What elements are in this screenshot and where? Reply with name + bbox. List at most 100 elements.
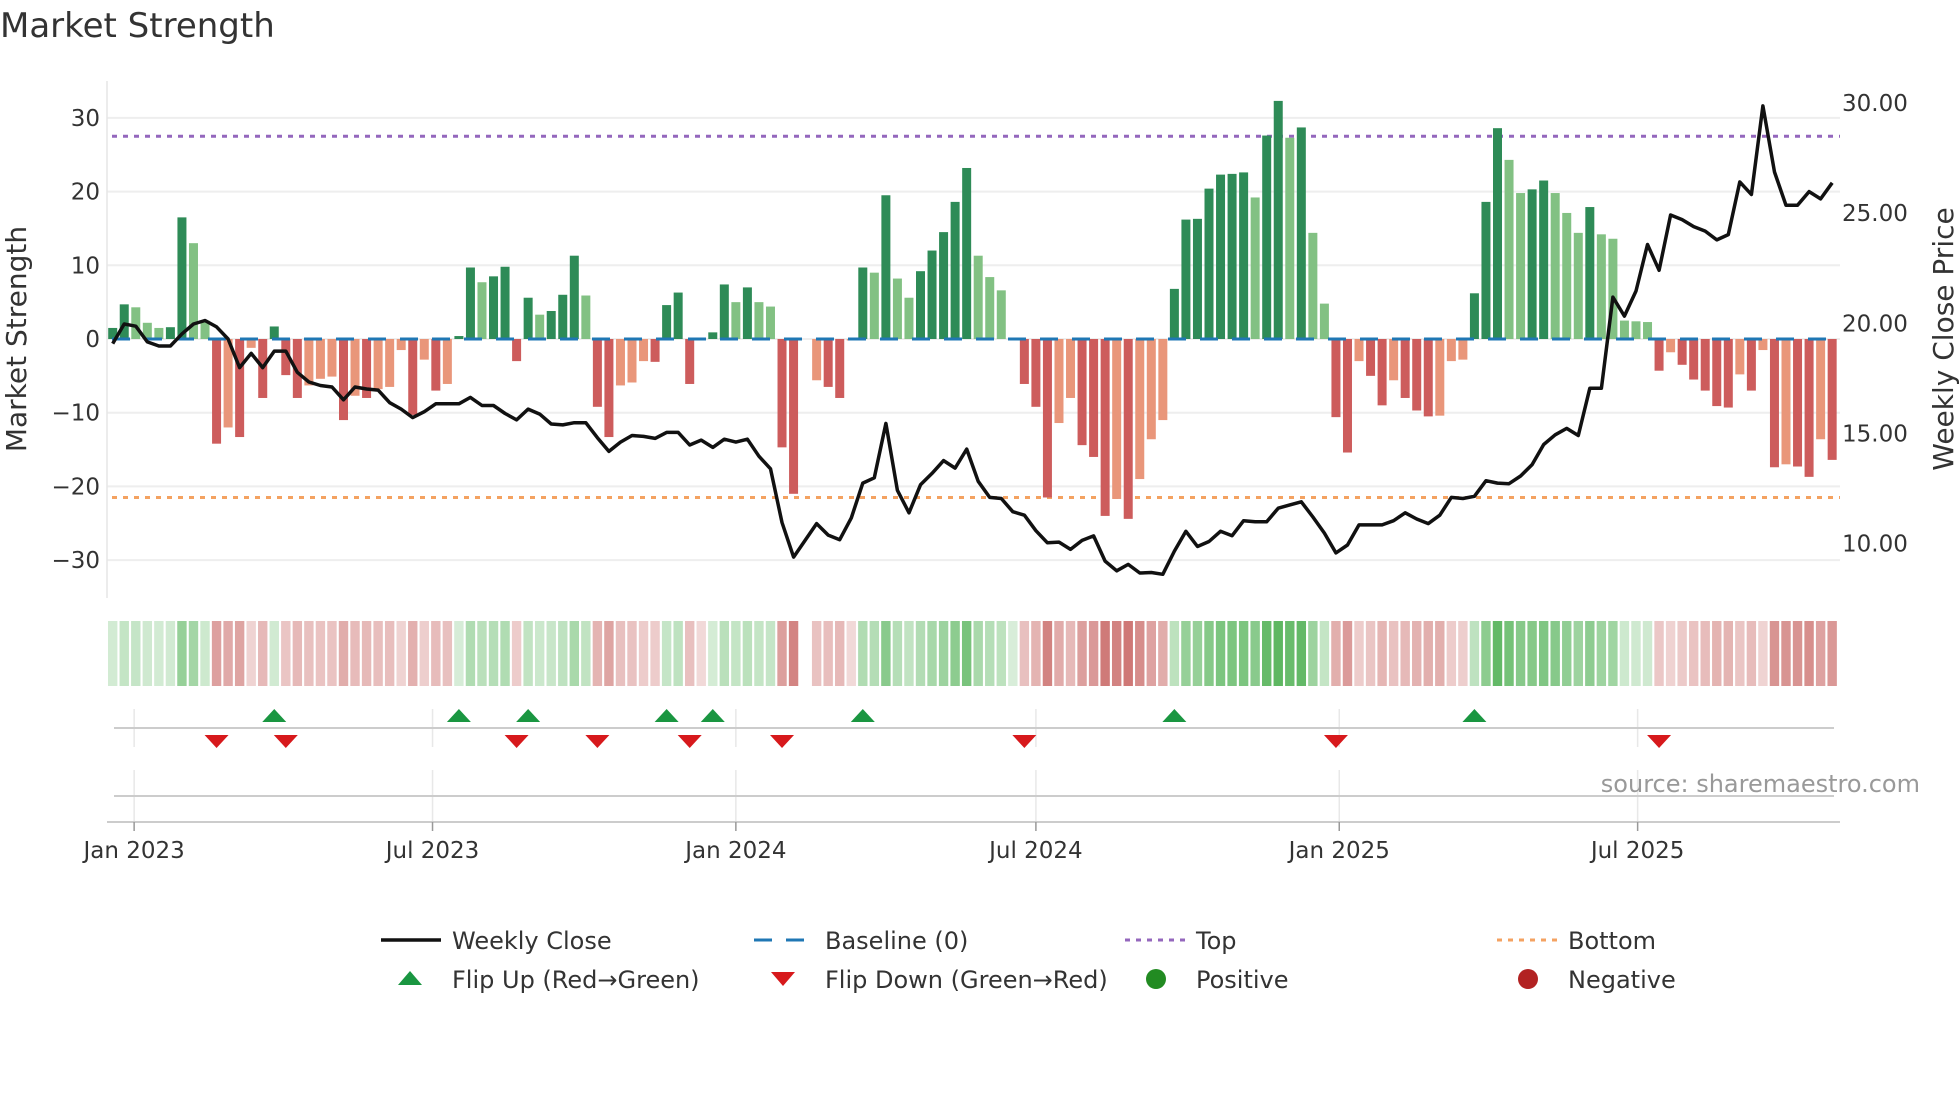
legend-item-baseline: Baseline (0) xyxy=(754,927,968,955)
heatmap-cell xyxy=(1077,621,1087,686)
heatmap-cell xyxy=(869,621,880,686)
heatmap-cell xyxy=(419,621,429,686)
heatmap-cell xyxy=(269,621,279,686)
heatmap-cell xyxy=(1019,621,1030,686)
heatmap-cell xyxy=(1031,621,1041,686)
heatmap-cell xyxy=(154,621,164,686)
strength-bar xyxy=(1446,339,1456,362)
heatmap-cell xyxy=(1435,621,1445,686)
heatmap-cell xyxy=(892,621,903,686)
legend-label: Top xyxy=(1195,927,1237,955)
heatmap-cell xyxy=(696,621,706,686)
strength-bar xyxy=(546,310,556,339)
heatmap-cell xyxy=(408,621,418,686)
heatmap-cell xyxy=(1550,621,1560,686)
heatmap-cell xyxy=(1354,621,1364,686)
heatmap-cell xyxy=(338,621,349,686)
heatmap-cell xyxy=(1665,621,1676,686)
strength-bar xyxy=(1481,201,1491,339)
heatmap-cell xyxy=(708,621,718,686)
heatmap-cell xyxy=(1700,621,1710,686)
heatmap-cell xyxy=(454,621,464,686)
heatmap-cell xyxy=(823,621,833,686)
heatmap-cell xyxy=(1262,621,1272,686)
x-tick-label: Jul 2025 xyxy=(1589,838,1685,864)
heatmap-cell xyxy=(558,621,568,686)
heatmap-cell xyxy=(211,621,222,686)
legend-item-up: Flip Up (Red→Green) xyxy=(398,966,700,994)
heatmap-cell xyxy=(131,621,141,686)
heatmap-cell xyxy=(1688,621,1699,686)
strength-bar xyxy=(1054,339,1064,424)
heatmap-cell xyxy=(742,621,753,686)
legend-label: Flip Down (Green→Red) xyxy=(825,966,1108,994)
heatmap-cell xyxy=(1585,621,1595,686)
strength-bar xyxy=(1250,197,1260,339)
heatmap-cell xyxy=(1054,621,1064,686)
heatmap-cell xyxy=(1331,621,1341,686)
heatmap-cell xyxy=(1388,621,1399,686)
strength-bar xyxy=(939,232,949,339)
y2-tick-label: 15.00 xyxy=(1842,422,1908,448)
strength-bar xyxy=(523,297,533,339)
heatmap-cell xyxy=(627,621,637,686)
strength-bar xyxy=(1135,339,1145,480)
right-axis: 30.00 25.00 20.00 15.00 10.00 xyxy=(1842,91,1908,558)
strength-bar xyxy=(223,339,233,428)
strength-bar xyxy=(1631,321,1641,339)
strength-bar xyxy=(1400,339,1410,398)
heatmap-cell xyxy=(1273,621,1283,686)
strength-bar xyxy=(592,339,602,407)
strength-bar xyxy=(1377,339,1387,406)
strength-bar xyxy=(212,339,222,444)
legend-label: Bottom xyxy=(1568,927,1656,955)
flip-down-marker xyxy=(1012,735,1037,748)
heatmap-cell xyxy=(581,621,591,686)
strength-bar xyxy=(1262,135,1272,339)
strength-bar xyxy=(154,327,164,339)
legend-label: Weekly Close xyxy=(452,927,612,955)
flip-down-marker xyxy=(585,735,610,748)
heatmap-cell xyxy=(996,621,1006,686)
strength-bar xyxy=(627,339,637,383)
strength-bar xyxy=(1700,339,1710,391)
heatmap-cell xyxy=(1481,621,1491,686)
strength-bar xyxy=(962,167,972,339)
strength-bar xyxy=(916,271,925,339)
heatmap-cell xyxy=(661,621,672,686)
strength-bar xyxy=(396,339,406,351)
legend-label: Positive xyxy=(1196,966,1289,994)
strength-bar xyxy=(1654,339,1664,371)
heatmap-cell xyxy=(1181,621,1191,686)
heatmap-cell xyxy=(396,621,406,686)
flip-markers xyxy=(114,709,1834,822)
heatmap-cell xyxy=(915,621,926,686)
strength-bar xyxy=(165,327,175,339)
heatmap-cell xyxy=(292,621,303,686)
heatmap-cell xyxy=(765,621,776,686)
heatmap-cell xyxy=(431,621,441,686)
heatmap-cell xyxy=(465,621,476,686)
strength-bar xyxy=(465,267,475,339)
strength-bar xyxy=(235,339,245,438)
strength-bar xyxy=(835,339,845,398)
left-axis: 30 20 10 0 −10 −20 −30 xyxy=(51,106,100,574)
strength-bar xyxy=(1781,339,1791,465)
heatmap-cell xyxy=(1712,621,1722,686)
strength-bar xyxy=(881,195,891,339)
heatmap-cell xyxy=(1469,621,1480,686)
heatmap-cell xyxy=(1111,621,1122,686)
heatmap-cell xyxy=(1792,621,1803,686)
flip-down-marker xyxy=(1647,735,1672,748)
x-tick-label: Jan 2023 xyxy=(81,838,184,864)
strength-bar xyxy=(1493,128,1502,339)
strength-bar xyxy=(581,295,591,339)
x-tick-label: Jul 2023 xyxy=(384,838,480,864)
strength-bar xyxy=(1504,159,1514,339)
strength-bar xyxy=(1562,212,1572,339)
flip-down-marker xyxy=(770,735,795,748)
strength-bar xyxy=(639,339,649,362)
legend-item-line: Weekly Close xyxy=(381,927,612,955)
legend-item-down: Flip Down (Green→Red) xyxy=(771,966,1108,994)
strength-bar xyxy=(1550,193,1560,339)
